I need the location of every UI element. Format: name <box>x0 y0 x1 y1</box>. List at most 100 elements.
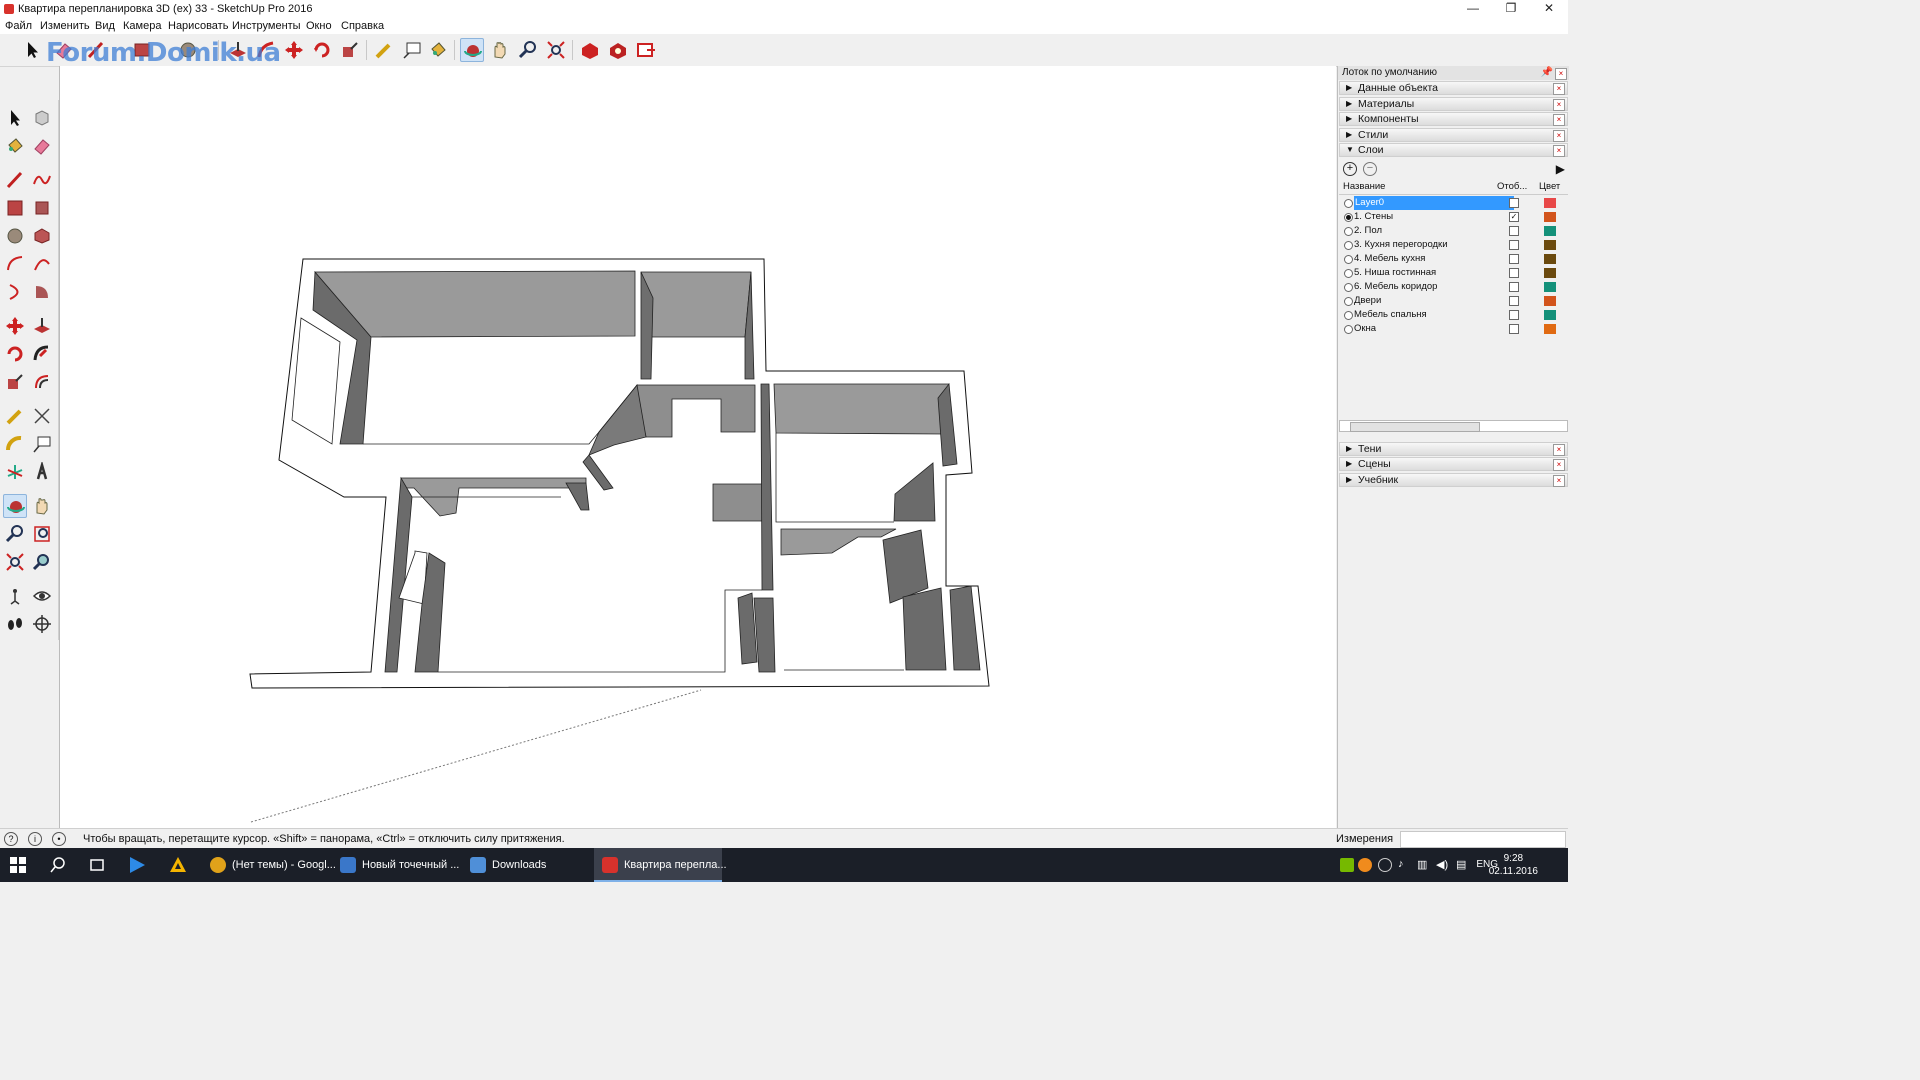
paint-bucket-tool-icon[interactable] <box>426 38 450 62</box>
eraser-icon[interactable] <box>30 134 54 158</box>
layer-color-swatch[interactable] <box>1544 254 1556 264</box>
axes-icon[interactable] <box>3 460 27 484</box>
layer-color-swatch[interactable] <box>1544 268 1556 278</box>
menu-view[interactable]: Вид <box>95 20 115 32</box>
menu-edit[interactable]: Изменить <box>40 20 90 32</box>
notifications-icon[interactable]: ▤ <box>1456 858 1470 872</box>
nvidia-icon[interactable] <box>1340 858 1354 872</box>
freehand-icon[interactable] <box>30 168 54 192</box>
layer-visible-checkbox[interactable] <box>1509 268 1519 278</box>
3d-text-icon[interactable] <box>30 460 54 484</box>
active-layer-radio[interactable] <box>1344 255 1353 264</box>
system-clock[interactable]: 9:28 02.11.2016 <box>1489 852 1538 878</box>
col-visible[interactable]: Отоб... <box>1497 180 1527 194</box>
scale-icon[interactable] <box>3 370 27 394</box>
layer-color-swatch[interactable] <box>1544 198 1556 208</box>
col-color[interactable]: Цвет <box>1539 180 1560 194</box>
minimize-button[interactable]: — <box>1454 0 1492 18</box>
two-point-arc-icon[interactable] <box>30 252 54 276</box>
menu-help[interactable]: Справка <box>341 20 384 32</box>
col-name[interactable]: Название <box>1343 180 1385 194</box>
taskbar-sketchup[interactable]: Квартира перепла... <box>594 848 727 882</box>
panel-instructor[interactable]: ▶ Учебник × <box>1339 473 1568 487</box>
rectangle-icon[interactable] <box>3 196 27 220</box>
layer-name[interactable]: Мебель спальня <box>1354 308 1427 322</box>
extension-warehouse-icon[interactable] <box>606 38 630 62</box>
layout-send-icon[interactable] <box>634 38 658 62</box>
taskbar-chrome[interactable]: (Нет темы) - Googl... <box>202 848 336 882</box>
search-icon[interactable] <box>50 857 66 873</box>
offset-icon[interactable] <box>30 370 54 394</box>
zoom-icon[interactable] <box>3 522 27 546</box>
avast-icon[interactable] <box>1358 858 1372 872</box>
pie-icon[interactable] <box>30 280 54 304</box>
geolocation-icon[interactable]: ? <box>4 832 18 846</box>
three-point-arc-icon[interactable] <box>3 280 27 304</box>
taskbar-downloads[interactable]: Downloads <box>462 848 586 882</box>
layer-name[interactable]: 1. Стены <box>1354 210 1393 224</box>
panel-entity-info[interactable]: ▶ Данные объекта × <box>1339 81 1568 95</box>
paint-bucket-icon[interactable] <box>3 134 27 158</box>
layer-name[interactable]: 3. Кухня перегородки <box>1354 238 1448 252</box>
rotated-rectangle-icon[interactable] <box>30 196 54 220</box>
maximize-button[interactable]: ❐ <box>1492 0 1530 18</box>
scale-tool-icon[interactable] <box>338 38 362 62</box>
user-icon[interactable]: • <box>52 832 66 846</box>
layer-visible-checkbox[interactable] <box>1509 240 1519 250</box>
push-pull-icon[interactable] <box>30 314 54 338</box>
layer-color-swatch[interactable] <box>1544 240 1556 250</box>
text-tool-icon[interactable] <box>400 38 424 62</box>
layer-visible-checkbox[interactable]: ✓ <box>1509 212 1519 222</box>
circle-icon[interactable] <box>3 224 27 248</box>
sync-icon[interactable] <box>1378 858 1392 872</box>
make-component-icon[interactable] <box>30 106 54 130</box>
layer-color-swatch[interactable] <box>1544 212 1556 222</box>
zoom-extents-tool-icon[interactable] <box>544 38 568 62</box>
orbit-tool-icon[interactable] <box>460 38 484 62</box>
section-plane-icon[interactable] <box>30 612 54 636</box>
pin-icon[interactable]: 📌 <box>1541 66 1553 80</box>
layer-name[interactable]: Двери <box>1354 294 1381 308</box>
polygon-icon[interactable] <box>30 224 54 248</box>
panel-shadows[interactable]: ▶ Тени × <box>1339 442 1568 456</box>
pan-tool-icon[interactable] <box>488 38 512 62</box>
active-layer-radio[interactable] <box>1344 199 1353 208</box>
move-icon[interactable] <box>3 314 27 338</box>
move-tool-icon[interactable] <box>282 38 306 62</box>
network-icon[interactable]: ▥ <box>1417 858 1431 872</box>
layer-name[interactable]: 5. Ниша гостинная <box>1354 266 1436 280</box>
layer-visible-checkbox[interactable] <box>1509 282 1519 292</box>
layer-details-icon[interactable]: ▶ <box>1556 162 1565 176</box>
layer-row[interactable]: 3. Кухня перегородки <box>1339 238 1568 252</box>
text-icon[interactable] <box>30 432 54 456</box>
layer-visible-checkbox[interactable] <box>1509 254 1519 264</box>
active-layer-radio[interactable] <box>1344 213 1353 222</box>
pan-icon[interactable] <box>30 494 54 518</box>
volume-icon[interactable]: ◀) <box>1436 858 1450 872</box>
active-layer-radio[interactable] <box>1344 241 1353 250</box>
follow-me-icon[interactable] <box>30 342 54 366</box>
layer-name[interactable]: 6. Мебель коридор <box>1354 280 1437 294</box>
layer-row[interactable]: 1. Стены ✓ <box>1339 210 1568 224</box>
select-icon[interactable] <box>3 106 27 130</box>
protractor-icon[interactable] <box>3 432 27 456</box>
layer-row[interactable]: Layer0 <box>1339 196 1568 210</box>
orbit-icon[interactable] <box>3 494 27 518</box>
media-player-icon[interactable] <box>128 856 146 874</box>
dimension-icon[interactable] <box>30 404 54 428</box>
active-layer-radio[interactable] <box>1344 269 1353 278</box>
3d-warehouse-icon[interactable] <box>578 38 602 62</box>
model-viewport[interactable] <box>59 66 1336 828</box>
layer-row[interactable]: Мебель спальня <box>1339 308 1568 322</box>
menu-file[interactable]: Файл <box>5 20 32 32</box>
layer-name[interactable]: Окна <box>1354 322 1376 336</box>
zoom-window-icon[interactable] <box>30 522 54 546</box>
previous-view-icon[interactable] <box>30 550 54 574</box>
look-around-icon[interactable] <box>30 584 54 608</box>
zoom-extents-icon[interactable] <box>3 550 27 574</box>
aimp-tray-icon[interactable]: ♪ <box>1398 858 1412 872</box>
active-layer-radio[interactable] <box>1344 311 1353 320</box>
layers-hscrollbar[interactable] <box>1339 420 1568 432</box>
layer-color-swatch[interactable] <box>1544 310 1556 320</box>
layer-visible-checkbox[interactable] <box>1509 198 1519 208</box>
